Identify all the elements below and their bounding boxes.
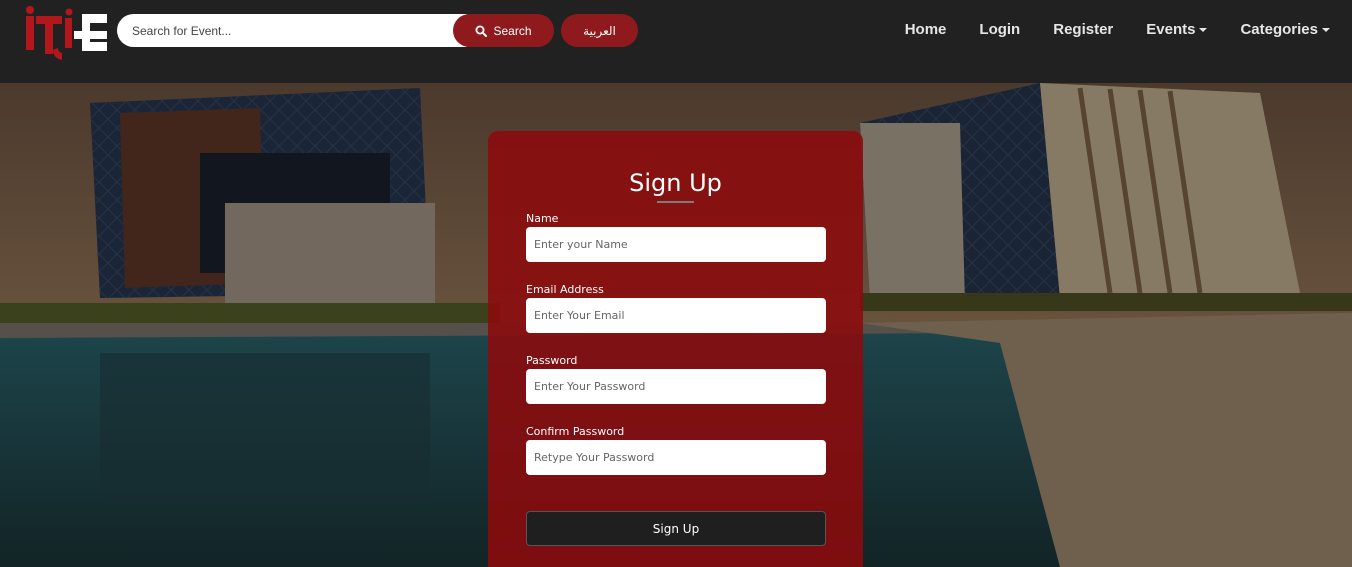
signup-title: Sign Up xyxy=(629,169,722,197)
nav-login[interactable]: Login xyxy=(979,21,1020,38)
name-field[interactable] xyxy=(526,227,826,262)
confirm-password-label: Confirm Password xyxy=(526,425,625,438)
nav-home-label: Home xyxy=(904,20,947,38)
nav-links: Home Login Register Events Categories xyxy=(872,18,1330,40)
nav-home[interactable]: Home xyxy=(905,21,947,38)
iti-logo[interactable] xyxy=(22,6,110,64)
nav-events-dropdown[interactable]: Events xyxy=(1146,20,1208,38)
nav-categories-label: Categories xyxy=(1240,20,1318,38)
language-toggle-button[interactable]: العربية xyxy=(561,14,638,47)
signup-submit-button[interactable]: Sign Up xyxy=(526,511,826,546)
nav-login-label: Login xyxy=(979,20,1021,38)
nav-register-label: Register xyxy=(1053,20,1114,38)
caret-down-icon xyxy=(1199,27,1208,32)
password-field[interactable] xyxy=(526,369,826,404)
email-field[interactable] xyxy=(526,298,826,333)
signup-card: Sign Up Name Email Address Password Conf… xyxy=(488,131,863,567)
search-button[interactable]: Search xyxy=(453,14,554,47)
search-bar: Search xyxy=(117,14,554,47)
nav-categories-dropdown[interactable]: Categories xyxy=(1240,21,1330,38)
confirm-password-field[interactable] xyxy=(526,440,826,475)
name-label: Name xyxy=(526,212,559,225)
caret-down-icon xyxy=(1322,27,1330,32)
search-input[interactable] xyxy=(117,14,467,47)
nav-events-label: Events xyxy=(1146,20,1196,38)
search-button-label: Search xyxy=(493,23,532,38)
email-label: Email Address xyxy=(526,283,604,296)
nav-register[interactable]: Register xyxy=(1053,21,1113,38)
top-navbar: Search العربية Home Login Register Event… xyxy=(0,0,1352,83)
title-divider xyxy=(657,201,694,203)
password-label: Password xyxy=(526,354,578,367)
search-icon xyxy=(475,25,488,37)
